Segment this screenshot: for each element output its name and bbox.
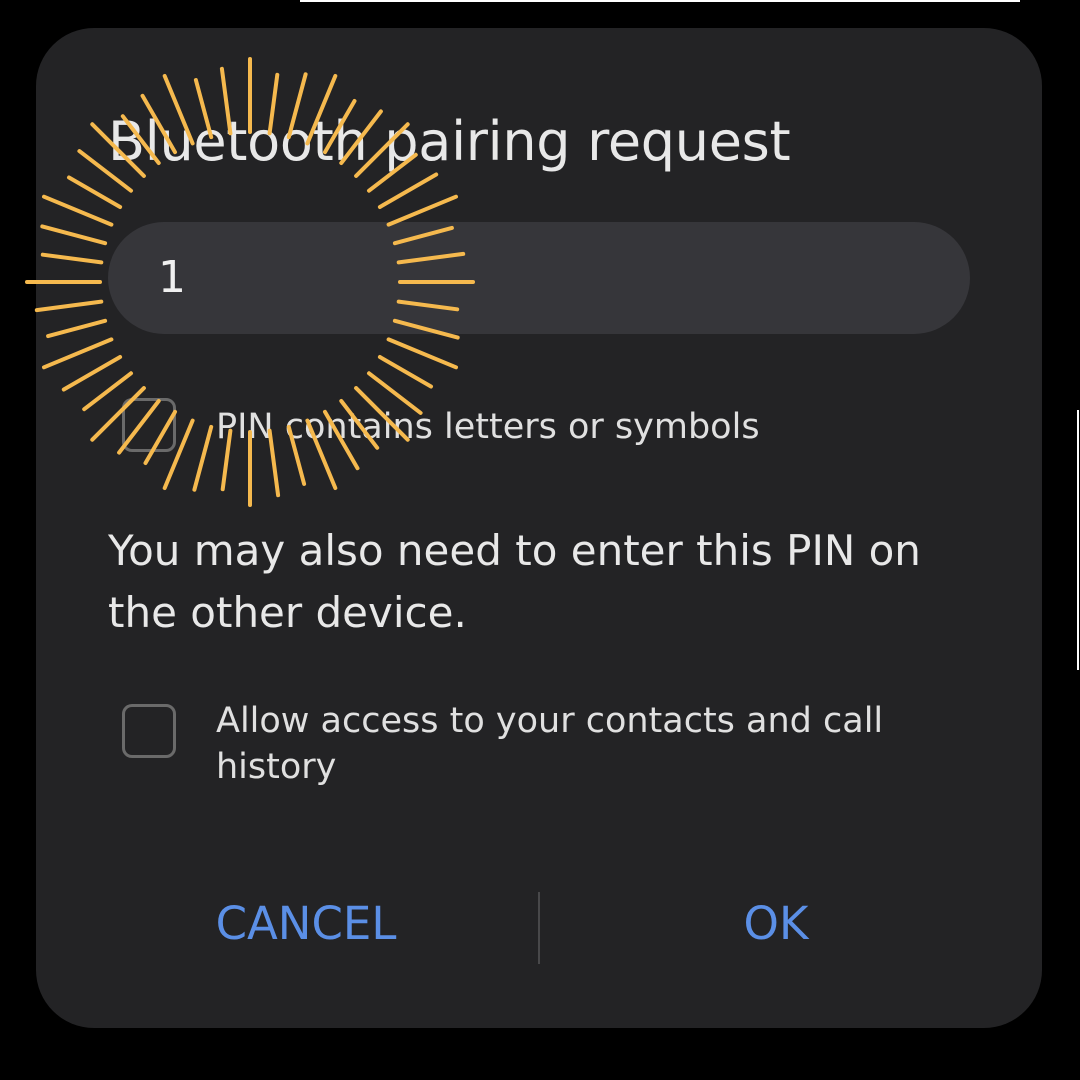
button-divider (538, 892, 540, 964)
screen: Bluetooth pairing request 1 PIN contains… (0, 0, 1080, 1080)
pin-info-message: You may also need to enter this PIN on t… (108, 526, 921, 637)
bluetooth-pairing-dialog: Bluetooth pairing request 1 PIN contains… (36, 28, 1042, 1028)
dialog-title: Bluetooth pairing request (108, 110, 791, 173)
right-edge-line (1077, 410, 1079, 670)
cancel-button[interactable]: CANCEL (156, 888, 456, 960)
pin-letters-checkbox-label[interactable]: PIN contains letters or symbols (216, 404, 760, 450)
pin-input-value: 1 (158, 252, 186, 303)
pin-letters-checkbox[interactable] (122, 398, 176, 452)
top-edge-line (300, 0, 1020, 2)
ok-button[interactable]: OK (626, 888, 926, 960)
contacts-access-checkbox[interactable] (122, 704, 176, 758)
contacts-access-checkbox-label[interactable]: Allow access to your contacts and call h… (216, 698, 936, 790)
pin-input-field[interactable]: 1 (108, 222, 970, 334)
